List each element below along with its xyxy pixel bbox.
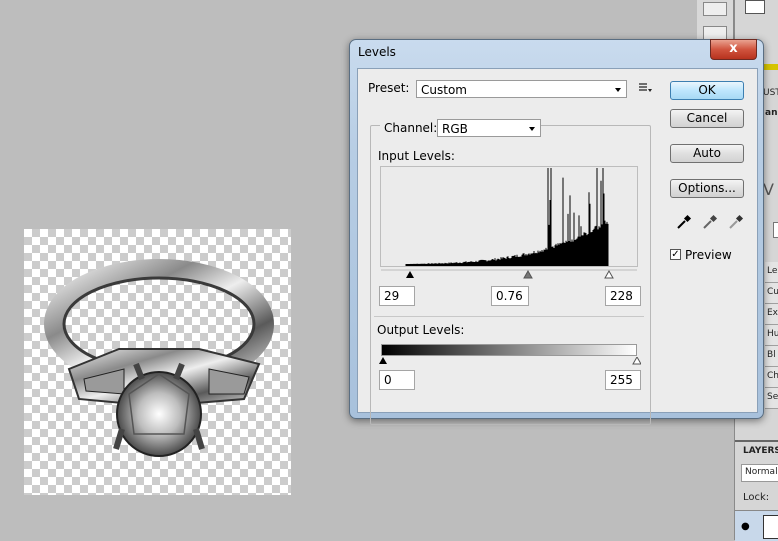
- output-levels-label: Output Levels:: [377, 323, 465, 337]
- ring-image: [44, 259, 274, 457]
- layers-tab[interactable]: LAYERS: [743, 446, 778, 456]
- adjustment-icon[interactable]: [773, 222, 778, 238]
- adjustment-item[interactable]: Le: [765, 262, 778, 283]
- color-swatch[interactable]: [745, 0, 765, 14]
- adjustment-icon[interactable]: V: [763, 180, 778, 200]
- output-white-field[interactable]: 255: [605, 370, 641, 390]
- preset-select[interactable]: Custom: [416, 80, 627, 98]
- layer-thumbnail: [763, 515, 778, 539]
- eyedropper-white-icon[interactable]: [728, 214, 744, 230]
- channel-label: Channel:: [380, 121, 442, 135]
- close-icon: x: [729, 41, 738, 56]
- auto-button[interactable]: Auto: [670, 144, 744, 163]
- document-canvas[interactable]: [24, 229, 291, 495]
- lock-label: Lock:: [743, 492, 770, 503]
- histogram: [380, 166, 638, 267]
- tool-button[interactable]: [703, 2, 727, 16]
- input-white-field[interactable]: 228: [605, 286, 641, 306]
- panel-separator: [735, 440, 778, 442]
- preview-checkbox[interactable]: ✓: [670, 249, 681, 260]
- ok-button[interactable]: OK: [670, 81, 744, 100]
- cancel-button[interactable]: Cancel: [670, 109, 744, 128]
- layer-row[interactable]: ●: [735, 510, 778, 541]
- dialog-title: Levels: [358, 45, 396, 59]
- histogram-bars: [405, 168, 609, 266]
- preview-label: Preview: [685, 248, 732, 262]
- panel-label: UST: [763, 88, 778, 98]
- divider: [374, 316, 644, 317]
- input-gamma-field[interactable]: 0.76: [491, 286, 529, 306]
- channel-select[interactable]: RGB: [437, 119, 541, 137]
- output-black-slider: [379, 357, 387, 364]
- panel-label: an: [765, 108, 778, 118]
- adjustment-item[interactable]: Ch: [765, 367, 778, 388]
- close-button[interactable]: x: [710, 39, 757, 60]
- eyedropper-black-icon[interactable]: [676, 214, 692, 230]
- options-button[interactable]: Options...: [670, 179, 744, 198]
- dropdown-arrow-icon: [615, 88, 621, 92]
- input-slider-track[interactable]: [381, 267, 637, 279]
- output-black-field[interactable]: 0: [379, 370, 415, 390]
- preset-label: Preset:: [368, 81, 410, 95]
- black-point-slider: [406, 271, 414, 278]
- eye-icon[interactable]: ●: [741, 521, 750, 532]
- preset-menu-icon[interactable]: [638, 81, 652, 95]
- input-levels-label: Input Levels:: [378, 149, 455, 163]
- adjustment-item[interactable]: Hu: [765, 325, 778, 346]
- histogram-graph: [405, 168, 609, 266]
- adjustment-item[interactable]: Se: [765, 388, 778, 409]
- output-white-slider: [632, 355, 642, 365]
- adjustment-item[interactable]: Cu: [765, 283, 778, 304]
- white-point-slider: [604, 269, 614, 279]
- output-slider-track[interactable]: [379, 355, 642, 365]
- dropdown-arrow-icon: [529, 127, 535, 131]
- gamma-slider: [523, 269, 533, 279]
- adjustment-item[interactable]: Ex: [765, 304, 778, 325]
- input-black-field[interactable]: 29: [379, 286, 415, 306]
- adjustment-item[interactable]: Bl: [765, 346, 778, 367]
- blend-mode-select[interactable]: Normal: [741, 464, 778, 482]
- eyedropper-gray-icon[interactable]: [702, 214, 718, 230]
